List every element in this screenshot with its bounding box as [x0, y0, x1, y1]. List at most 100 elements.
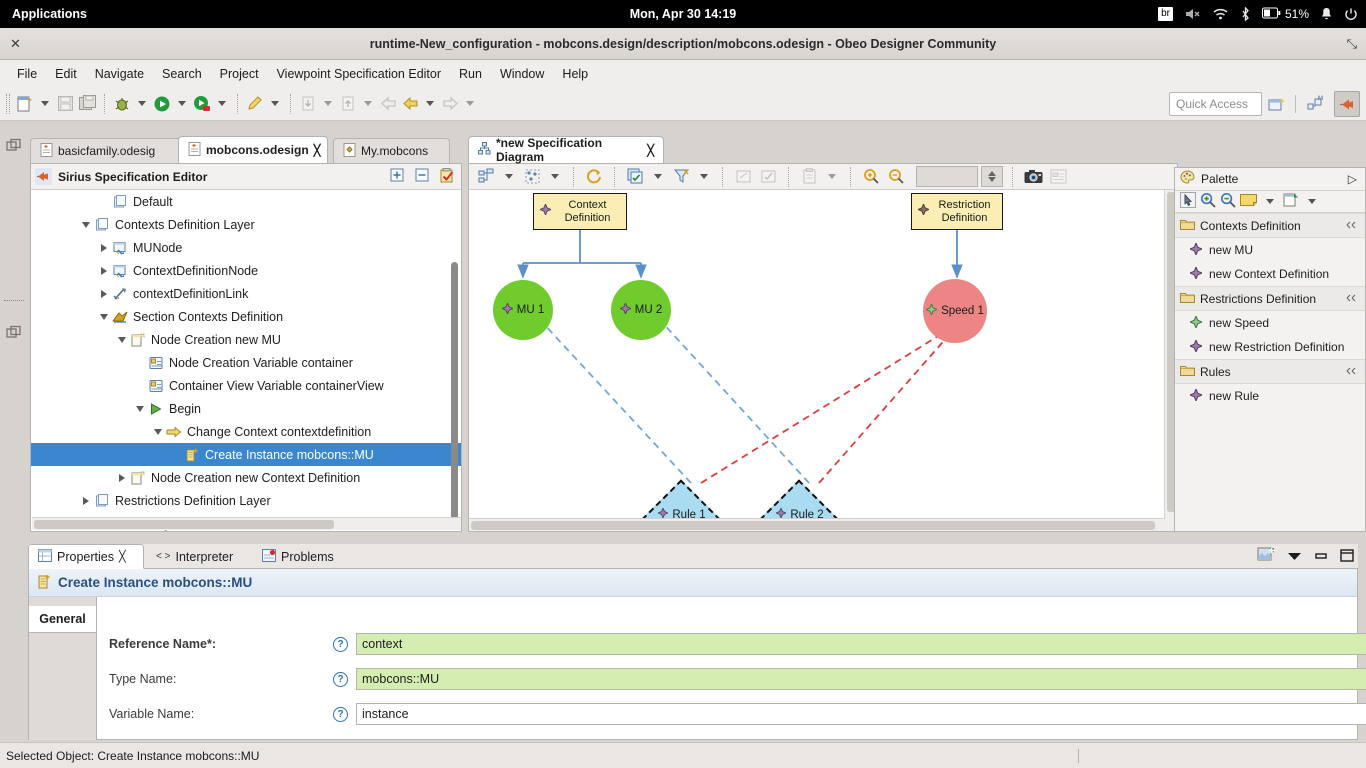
tab-interpreter[interactable]: < > Interpreter [147, 544, 246, 569]
tree-item[interactable]: Contexts Definition Layer [31, 213, 461, 236]
properties-tab-general[interactable]: General [29, 606, 96, 633]
twisty-collapsed-icon[interactable] [97, 289, 111, 298]
close-icon[interactable]: ╳ [119, 550, 126, 563]
menu-viewpoint-specification-editor[interactable]: Viewpoint Specification Editor [268, 64, 450, 84]
spinner-up-icon[interactable] [988, 171, 996, 176]
zoom-level-input[interactable] [916, 166, 978, 187]
wifi-icon[interactable] [1212, 7, 1229, 21]
twisty-expanded-icon[interactable] [79, 221, 93, 228]
window-maximize-button[interactable]: ⤡ [1347, 36, 1357, 52]
new-wizard-dropdown-icon[interactable] [41, 101, 49, 106]
tree-item[interactable]: Restrictions Definition Layer [31, 489, 461, 512]
palette-group-header[interactable]: Restrictions Definition [1175, 286, 1365, 311]
battery-status[interactable]: 51% [1261, 7, 1309, 22]
diagram-canvas[interactable]: Context Definition Restriction Definitio… [468, 190, 1178, 532]
layers-dropdown-icon[interactable] [654, 174, 662, 179]
spec-editor-tree[interactable]: Default Contexts Definition Layer MUNode Co… [30, 190, 462, 532]
restore-view-icon-bottom[interactable] [6, 325, 22, 341]
palette-tool-item[interactable]: new Speed [1175, 311, 1365, 335]
toolbar-grip[interactable] [6, 93, 10, 114]
diagram-node-restriction-definition[interactable]: Restriction Definition [911, 193, 1003, 230]
diagram-horizontal-scrollbar[interactable] [469, 518, 1165, 531]
tab-problems[interactable]: Problems [253, 544, 348, 569]
next-annotation-dropdown-icon[interactable] [324, 101, 332, 106]
run-dropdown-icon[interactable] [178, 101, 186, 106]
note-tool-dropdown-icon[interactable] [1266, 199, 1274, 204]
select-dropdown-icon[interactable] [551, 174, 559, 179]
save-all-icon[interactable] [76, 93, 98, 115]
save-icon[interactable] [54, 93, 76, 115]
arrange-all-icon[interactable] [475, 166, 497, 188]
help-icon[interactable]: ? [333, 671, 348, 687]
palette-tool-item[interactable]: new Context Definition [1175, 262, 1365, 286]
palette-tool-item[interactable]: new Rule [1175, 384, 1365, 408]
collapse-group-icon[interactable] [1346, 365, 1358, 379]
tree-item[interactable]: Section Contexts Definition [31, 305, 461, 328]
zoom-level-spinner[interactable] [981, 166, 1003, 187]
restore-view-icon-top[interactable] [6, 138, 22, 154]
quick-access-input[interactable]: Quick Access [1169, 92, 1262, 116]
palette-group-header[interactable]: Contexts Definition [1175, 213, 1365, 238]
collapse-all-icon[interactable] [415, 168, 429, 185]
zoom-in-icon[interactable] [860, 166, 882, 188]
menu-search[interactable]: Search [153, 64, 211, 84]
paste-format-dropdown-icon[interactable] [828, 174, 836, 179]
twisty-expanded-icon[interactable] [97, 313, 111, 320]
filters-icon[interactable] [670, 166, 692, 188]
minimize-icon[interactable] [1314, 550, 1328, 564]
tab-properties[interactable]: Properties ╳ [28, 544, 144, 569]
twisty-collapsed-icon[interactable] [97, 266, 111, 275]
twisty-collapsed-icon[interactable] [97, 243, 111, 252]
tree-item[interactable]: Change Context contextdefinition [31, 420, 461, 443]
tree-item[interactable]: Default [31, 190, 461, 213]
help-icon[interactable]: ? [333, 636, 348, 652]
menu-file[interactable]: File [8, 64, 46, 84]
filters-dropdown-icon[interactable] [700, 174, 708, 179]
menu-window[interactable]: Window [491, 64, 553, 84]
diagram-node-speed-1[interactable]: Speed 1 [923, 279, 987, 343]
tree-item[interactable]: Node Creation new Context Definition [31, 466, 461, 489]
zoom-out-icon[interactable] [885, 166, 907, 188]
external-tools-dropdown-icon[interactable] [271, 101, 279, 106]
tree-item[interactable]: Container View Variable containerView [31, 374, 461, 397]
editor-tab-basicfamily[interactable]: basicfamily.odesig [30, 138, 182, 163]
palette-collapse-icon[interactable]: ▷ [1348, 172, 1357, 186]
run-history-dropdown-icon[interactable] [218, 101, 226, 106]
tree-item[interactable]: MUNode [31, 236, 461, 259]
open-perspective-icon[interactable] [1263, 91, 1289, 117]
layers-icon[interactable] [624, 166, 646, 188]
help-icon[interactable]: ? [333, 706, 348, 722]
power-icon[interactable] [1344, 7, 1358, 21]
menu-project[interactable]: Project [211, 64, 268, 84]
diagram-node-mu-1[interactable]: MU 1 [493, 280, 553, 340]
run-history-icon[interactable] [191, 93, 213, 115]
new-wizard-icon[interactable] [14, 93, 36, 115]
back-dropdown-icon[interactable] [426, 101, 434, 106]
tree-horizontal-scrollbar[interactable] [32, 517, 461, 530]
tree-item[interactable]: Begin [31, 397, 461, 420]
spinner-down-icon[interactable] [988, 177, 996, 182]
close-icon[interactable]: ╳ [647, 144, 654, 157]
palette-group-header[interactable]: Rules [1175, 359, 1365, 384]
menu-help[interactable]: Help [553, 64, 597, 84]
next-annotation-icon[interactable] [297, 93, 319, 115]
twisty-collapsed-icon[interactable] [115, 473, 129, 482]
debug-icon[interactable] [111, 93, 133, 115]
property-field-input[interactable]: mobcons::MU [356, 668, 1366, 690]
select-tool-icon[interactable] [1180, 192, 1196, 211]
property-field-input[interactable]: context [356, 633, 1366, 655]
capture-icon[interactable] [1022, 166, 1044, 188]
collapse-group-icon[interactable] [1346, 219, 1358, 233]
tree-item[interactable]: Node Creation new MU [31, 328, 461, 351]
diagram-editor-tab[interactable]: *new Specification Diagram ╳ [468, 136, 664, 164]
twisty-collapsed-icon[interactable] [79, 496, 93, 505]
twisty-expanded-icon[interactable] [115, 336, 129, 343]
editor-tab-my-mobcons[interactable]: My.mobcons [333, 138, 450, 163]
back-icon[interactable] [399, 93, 421, 115]
volume-muted-icon[interactable] [1184, 7, 1201, 21]
arrange-all-dropdown-icon[interactable] [505, 174, 513, 179]
refresh-icon[interactable] [583, 166, 605, 188]
diagram-horizontal-scrollbar-thumb[interactable] [471, 521, 1155, 530]
debug-dropdown-icon[interactable] [138, 101, 146, 106]
forward-icon[interactable] [439, 93, 461, 115]
